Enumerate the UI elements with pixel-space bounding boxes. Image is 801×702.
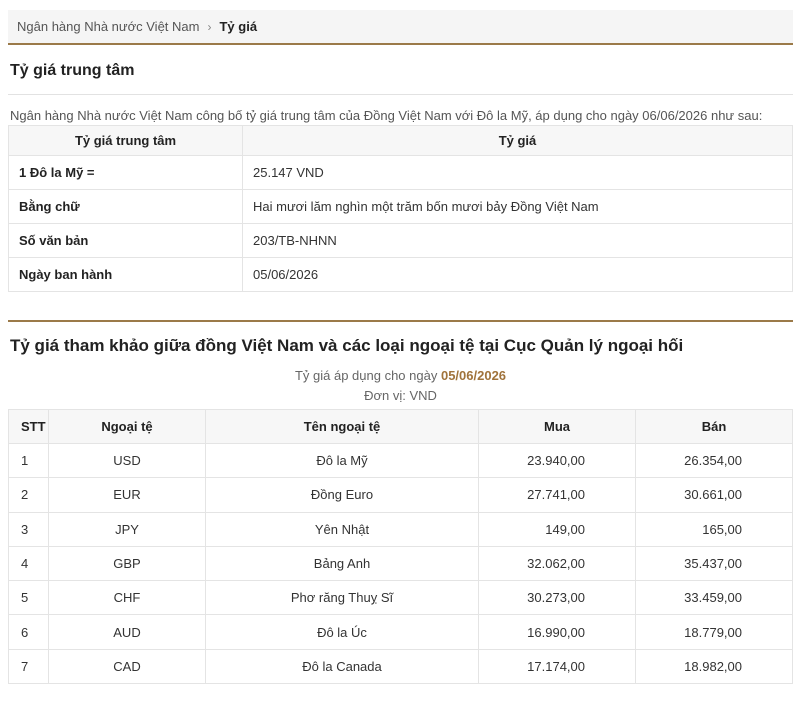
table-row: 4 GBP Bảng Anh 32.062,00 35.437,00 <box>8 545 793 582</box>
cell-stt: 4 <box>8 545 49 582</box>
cell-sell-rate: 30.661,00 <box>635 477 793 513</box>
cell-currency-name: Yên Nhật <box>205 511 479 547</box>
row-key: 1 Đô la Mỹ = <box>8 155 243 190</box>
table-row: 2 EUR Đồng Euro 27.741,00 30.661,00 <box>8 477 793 513</box>
cell-stt: 1 <box>8 442 49 479</box>
cell-sell-rate: 33.459,00 <box>635 580 793 616</box>
cell-sell-rate: 165,00 <box>635 511 793 547</box>
row-key: Ngày ban hành <box>8 257 243 292</box>
cell-stt: 3 <box>8 511 49 547</box>
row-key: Bằng chữ <box>8 189 243 224</box>
row-value: 05/06/2026 <box>242 257 793 292</box>
central-rate-table: Tỷ giá trung tâm Tỷ giá 1 Đô la Mỹ = 25.1… <box>8 125 793 292</box>
cell-buy-rate: 23.940,00 <box>478 442 636 479</box>
cell-currency-code: GBP <box>48 545 206 582</box>
column-header: Tỷ giá <box>242 125 793 156</box>
cell-sell-rate: 26.354,00 <box>635 442 793 479</box>
row-value: Hai mươi lăm nghìn một trăm bốn mươi bảy… <box>242 189 793 224</box>
cell-buy-rate: 16.990,00 <box>478 614 636 650</box>
breadcrumb-separator-icon: › <box>207 19 212 34</box>
column-header-stt: STT <box>8 409 49 444</box>
row-value: 203/TB-NHNN <box>242 223 793 258</box>
table-header-row: Tỷ giá trung tâm Tỷ giá <box>8 125 793 156</box>
breadcrumb: Ngân hàng Nhà nước Việt Nam › Tỷ giá <box>8 10 793 45</box>
cell-currency-code: AUD <box>48 614 206 650</box>
table-row: 7 CAD Đô la Canada 17.174,00 18.982,00 <box>8 648 793 685</box>
breadcrumb-home-link[interactable]: Ngân hàng Nhà nước Việt Nam <box>17 19 199 34</box>
cell-buy-rate: 27.741,00 <box>478 477 636 513</box>
cell-currency-name: Phơ răng Thuỵ Sĩ <box>205 580 479 616</box>
cell-currency-code: CHF <box>48 580 206 616</box>
cell-currency-name: Đô la Canada <box>205 648 479 685</box>
cell-stt: 2 <box>8 477 49 513</box>
cell-sell-rate: 18.982,00 <box>635 648 793 685</box>
reference-rate-table: STT Ngoại tệ Tên ngoại tệ Mua Bán 1 USD Đô… <box>8 409 793 685</box>
cell-currency-code: USD <box>48 442 206 479</box>
table-row: Ngày ban hành 05/06/2026 <box>8 257 793 292</box>
cell-buy-rate: 30.273,00 <box>478 580 636 616</box>
column-header-name: Tên ngoại tệ <box>205 409 479 444</box>
cell-stt: 5 <box>8 580 49 616</box>
apply-date-line: Tỷ giá áp dụng cho ngày 05/06/2026 <box>8 366 793 388</box>
table-row: 1 Đô la Mỹ = 25.147 VND <box>8 155 793 190</box>
table-row: 5 CHF Phơ răng Thuỵ Sĩ 30.273,00 33.459,00 <box>8 580 793 616</box>
unit-label: Đơn vị: VND <box>364 388 437 403</box>
column-header-buy: Mua <box>478 409 636 444</box>
cell-buy-rate: 32.062,00 <box>478 545 636 582</box>
cell-sell-rate: 35.437,00 <box>635 545 793 582</box>
column-header-sell: Bán <box>635 409 793 444</box>
table-row: 1 USD Đô la Mỹ 23.940,00 26.354,00 <box>8 442 793 479</box>
table-row: Bằng chữ Hai mươi lăm nghìn một trăm bốn … <box>8 189 793 224</box>
apply-date-label: Tỷ giá áp dụng cho ngày <box>294 368 438 383</box>
exchange-rate-page: Ngân hàng Nhà nước Việt Nam › Tỷ giá Tỷ … <box>0 10 801 702</box>
cell-currency-code: EUR <box>48 477 206 513</box>
cell-currency-name: Đô la Úc <box>205 614 479 650</box>
cell-currency-name: Đồng Euro <box>205 477 479 513</box>
cell-buy-rate: 17.174,00 <box>478 648 636 685</box>
reference-rate-title: Tỷ giá tham khảo giữa đồng Việt Nam và c… <box>10 336 684 355</box>
cell-sell-rate: 18.779,00 <box>635 614 793 650</box>
cell-currency-code: CAD <box>48 648 206 685</box>
cell-currency-code: JPY <box>48 511 206 547</box>
cell-buy-rate: 149,00 <box>478 511 636 547</box>
cell-stt: 7 <box>8 648 49 685</box>
table-row: 3 JPY Yên Nhật 149,00 165,00 <box>8 511 793 547</box>
column-header: Tỷ giá trung tâm <box>8 125 243 156</box>
row-value: 25.147 VND <box>242 155 793 190</box>
central-rate-intro: Ngân hàng Nhà nước Việt Nam công bố tỷ g… <box>10 108 763 123</box>
table-row: Số văn bản 203/TB-NHNN <box>8 223 793 258</box>
column-header-code: Ngoại tệ <box>48 409 206 444</box>
table-row: 6 AUD Đô la Úc 16.990,00 18.779,00 <box>8 614 793 650</box>
row-key: Số văn bản <box>8 223 243 258</box>
central-rate-title: Tỷ giá trung tâm <box>8 45 793 95</box>
apply-date-value: 05/06/2026 <box>440 368 507 383</box>
cell-stt: 6 <box>8 614 49 650</box>
breadcrumb-current: Tỷ giá <box>219 19 258 34</box>
cell-currency-name: Bảng Anh <box>205 545 479 582</box>
cell-currency-name: Đô la Mỹ <box>205 442 479 479</box>
table-header-row: STT Ngoại tệ Tên ngoại tệ Mua Bán <box>8 409 793 444</box>
